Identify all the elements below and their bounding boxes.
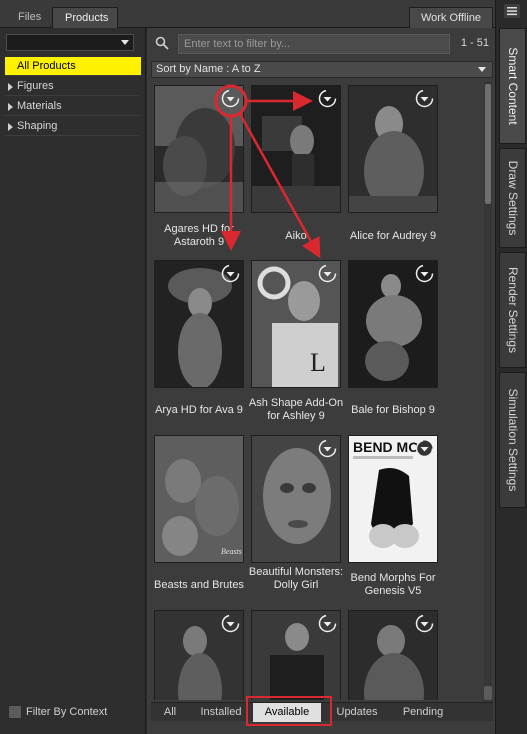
arrow-diagonal xyxy=(238,113,321,259)
available-tab-highlight xyxy=(246,696,332,726)
highlight-circle xyxy=(214,84,248,118)
tab-smart-content[interactable]: Smart Content xyxy=(499,28,526,144)
tab-draw-settings[interactable]: Draw Settings xyxy=(499,148,526,248)
pane-menu-icon[interactable] xyxy=(504,4,520,18)
tab-smart-content-label: Smart Content xyxy=(505,47,520,125)
side-pane-tabs: Smart Content Draw Settings Render Setti… xyxy=(495,0,527,734)
tab-simulation-settings[interactable]: Simulation Settings xyxy=(499,372,526,508)
tab-render-settings-label: Render Settings xyxy=(505,266,520,354)
annotation-overlay xyxy=(214,84,321,259)
tab-simulation-settings-label: Simulation Settings xyxy=(505,388,520,492)
tab-draw-settings-label: Draw Settings xyxy=(505,160,520,236)
tab-render-settings[interactable]: Render Settings xyxy=(499,252,526,368)
